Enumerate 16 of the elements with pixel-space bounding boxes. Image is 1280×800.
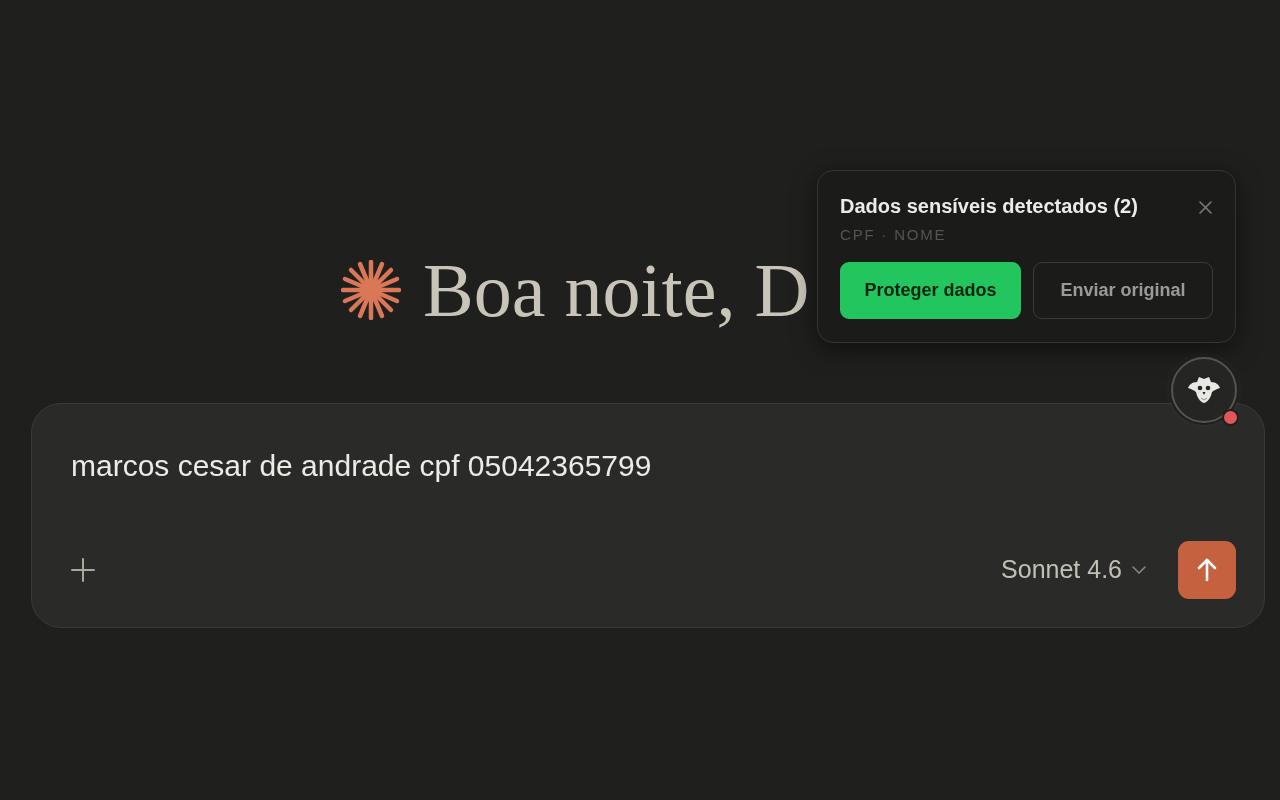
message-input[interactable]: marcos cesar de andrade cpf 05042365799 (71, 448, 652, 484)
plus-icon (71, 558, 95, 582)
assistant-avatar-button[interactable] (1171, 357, 1237, 423)
animal-head-icon (1188, 377, 1220, 403)
asterisk-logo-icon (341, 260, 401, 320)
model-selector[interactable]: Sonnet 4.6 (1001, 551, 1146, 589)
chevron-down-icon (1132, 566, 1146, 574)
detected-types: CPF · NOME (840, 225, 947, 245)
greeting-heading: Boa noite, D (423, 252, 810, 328)
send-original-button[interactable]: Enviar original (1033, 262, 1213, 319)
close-button[interactable] (1197, 199, 1213, 215)
protect-data-button[interactable]: Proteger dados (840, 262, 1021, 319)
arrow-up-icon (1197, 558, 1217, 582)
close-icon (1198, 200, 1212, 214)
popup-title: Dados sensíveis detectados (2) (840, 194, 1138, 219)
send-button[interactable] (1178, 541, 1236, 599)
